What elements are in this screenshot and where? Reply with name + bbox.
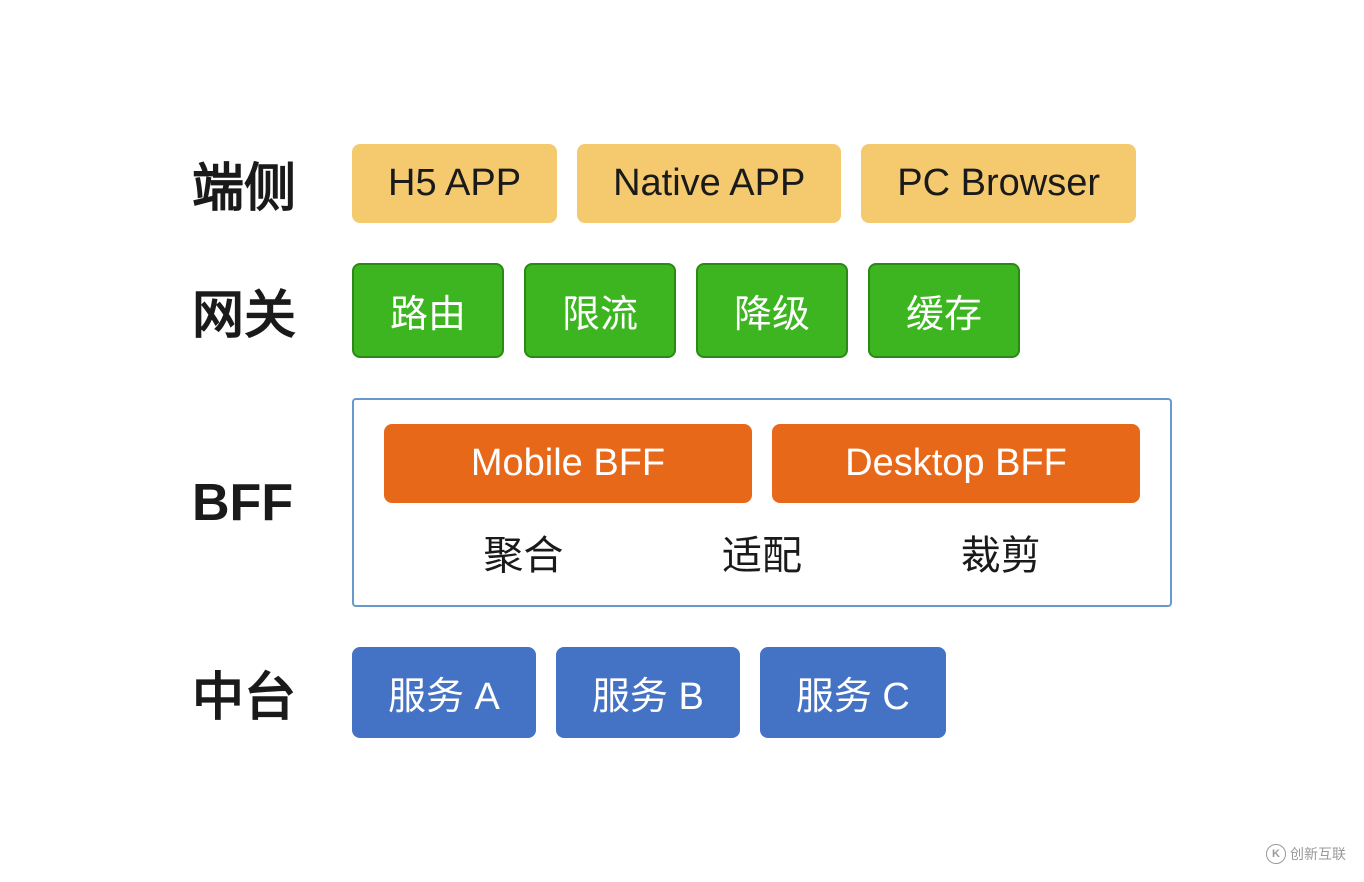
watermark: K 创新互联	[1266, 844, 1346, 864]
gateway-row: 网关 路由 限流 降级 缓存	[192, 263, 1172, 358]
gateway-content: 路由 限流 降级 缓存	[352, 263, 1172, 358]
aggregate-label: 聚合	[483, 523, 563, 581]
gateway-label: 网关	[192, 273, 322, 348]
h5-app-badge: H5 APP	[352, 144, 557, 223]
architecture-diagram: 端侧 H5 APP Native APP PC Browser 网关 路由 限流…	[132, 104, 1232, 778]
client-content: H5 APP Native APP PC Browser	[352, 144, 1172, 223]
desktop-bff-badge: Desktop BFF	[772, 424, 1140, 503]
service-b-badge: 服务 B	[556, 647, 740, 738]
cache-badge: 缓存	[868, 263, 1020, 358]
bff-label: BFF	[192, 473, 322, 533]
watermark-icon: K	[1266, 844, 1286, 864]
routing-badge: 路由	[352, 263, 504, 358]
pc-browser-badge: PC Browser	[861, 144, 1136, 223]
ratelimit-badge: 限流	[524, 263, 676, 358]
degrade-badge: 降级	[696, 263, 848, 358]
clip-label: 裁剪	[961, 523, 1041, 581]
mobile-bff-badge: Mobile BFF	[384, 424, 752, 503]
bff-bottom: 聚合 适配 裁剪	[384, 523, 1140, 581]
watermark-text: 创新互联	[1290, 844, 1346, 864]
platform-content: 服务 A 服务 B 服务 C	[352, 647, 1172, 738]
platform-row: 中台 服务 A 服务 B 服务 C	[192, 647, 1172, 738]
service-a-badge: 服务 A	[352, 647, 536, 738]
native-app-badge: Native APP	[577, 144, 841, 223]
service-c-badge: 服务 C	[760, 647, 946, 738]
adapt-label: 适配	[722, 523, 802, 581]
bff-top: Mobile BFF Desktop BFF	[384, 424, 1140, 503]
client-label: 端侧	[192, 146, 322, 221]
bff-container: Mobile BFF Desktop BFF 聚合 适配 裁剪	[352, 398, 1172, 607]
client-row: 端侧 H5 APP Native APP PC Browser	[192, 144, 1172, 223]
platform-label: 中台	[192, 655, 322, 730]
bff-row: BFF Mobile BFF Desktop BFF 聚合 适配 裁剪	[192, 398, 1172, 607]
